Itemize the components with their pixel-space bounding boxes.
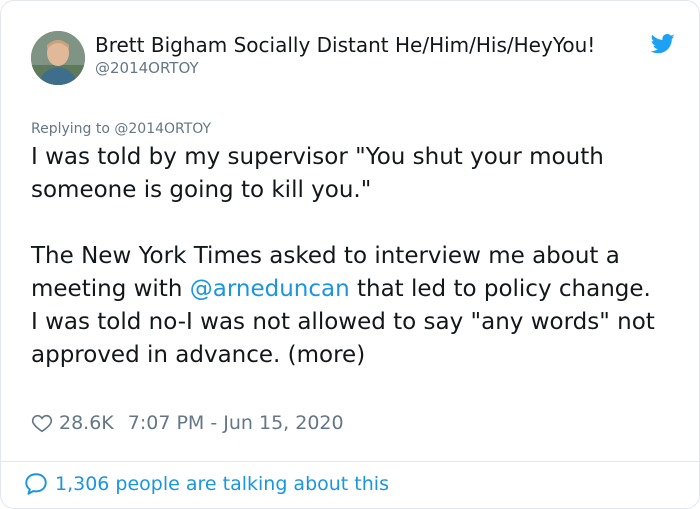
conversation-link-text[interactable]: 1,306 people are talking about this xyxy=(55,473,389,495)
speech-bubble-icon xyxy=(25,473,47,495)
tweet-text-segment: that led to policy change. xyxy=(349,276,651,302)
conversation-link[interactable]: 1,306 people are talking about this xyxy=(23,471,389,497)
avatar[interactable] xyxy=(31,31,85,85)
replying-to-label: Replying to @2014ORTOY xyxy=(31,121,212,137)
tweet-paragraph-2: The New York Times asked to interview me… xyxy=(31,240,671,306)
avatar-image xyxy=(31,31,85,85)
author-display-name[interactable]: Brett Bigham Socially Distant He/Him/His… xyxy=(95,33,595,57)
twitter-bird-icon[interactable] xyxy=(651,33,675,55)
tweet-header: Brett Bigham Socially Distant He/Him/His… xyxy=(31,31,679,87)
tweet-timestamp[interactable]: 7:07 PM - Jun 15, 2020 xyxy=(128,412,344,434)
tweet-paragraph-1: I was told by my supervisor "You shut yo… xyxy=(31,144,604,203)
tweet-body: I was told by my supervisor "You shut yo… xyxy=(31,141,671,372)
heart-icon[interactable] xyxy=(31,412,53,434)
author-handle[interactable]: @2014ORTOY xyxy=(95,59,199,77)
tweet-meta: 28.6K 7:07 PM - Jun 15, 2020 xyxy=(31,409,344,437)
like-count[interactable]: 28.6K xyxy=(59,412,114,434)
divider xyxy=(1,461,699,462)
tweet-paragraph-3: I was told no-I was not allowed to say "… xyxy=(31,309,655,368)
mention-link[interactable]: @arneduncan xyxy=(190,276,350,302)
tweet-card: Brett Bigham Socially Distant He/Him/His… xyxy=(0,0,700,509)
